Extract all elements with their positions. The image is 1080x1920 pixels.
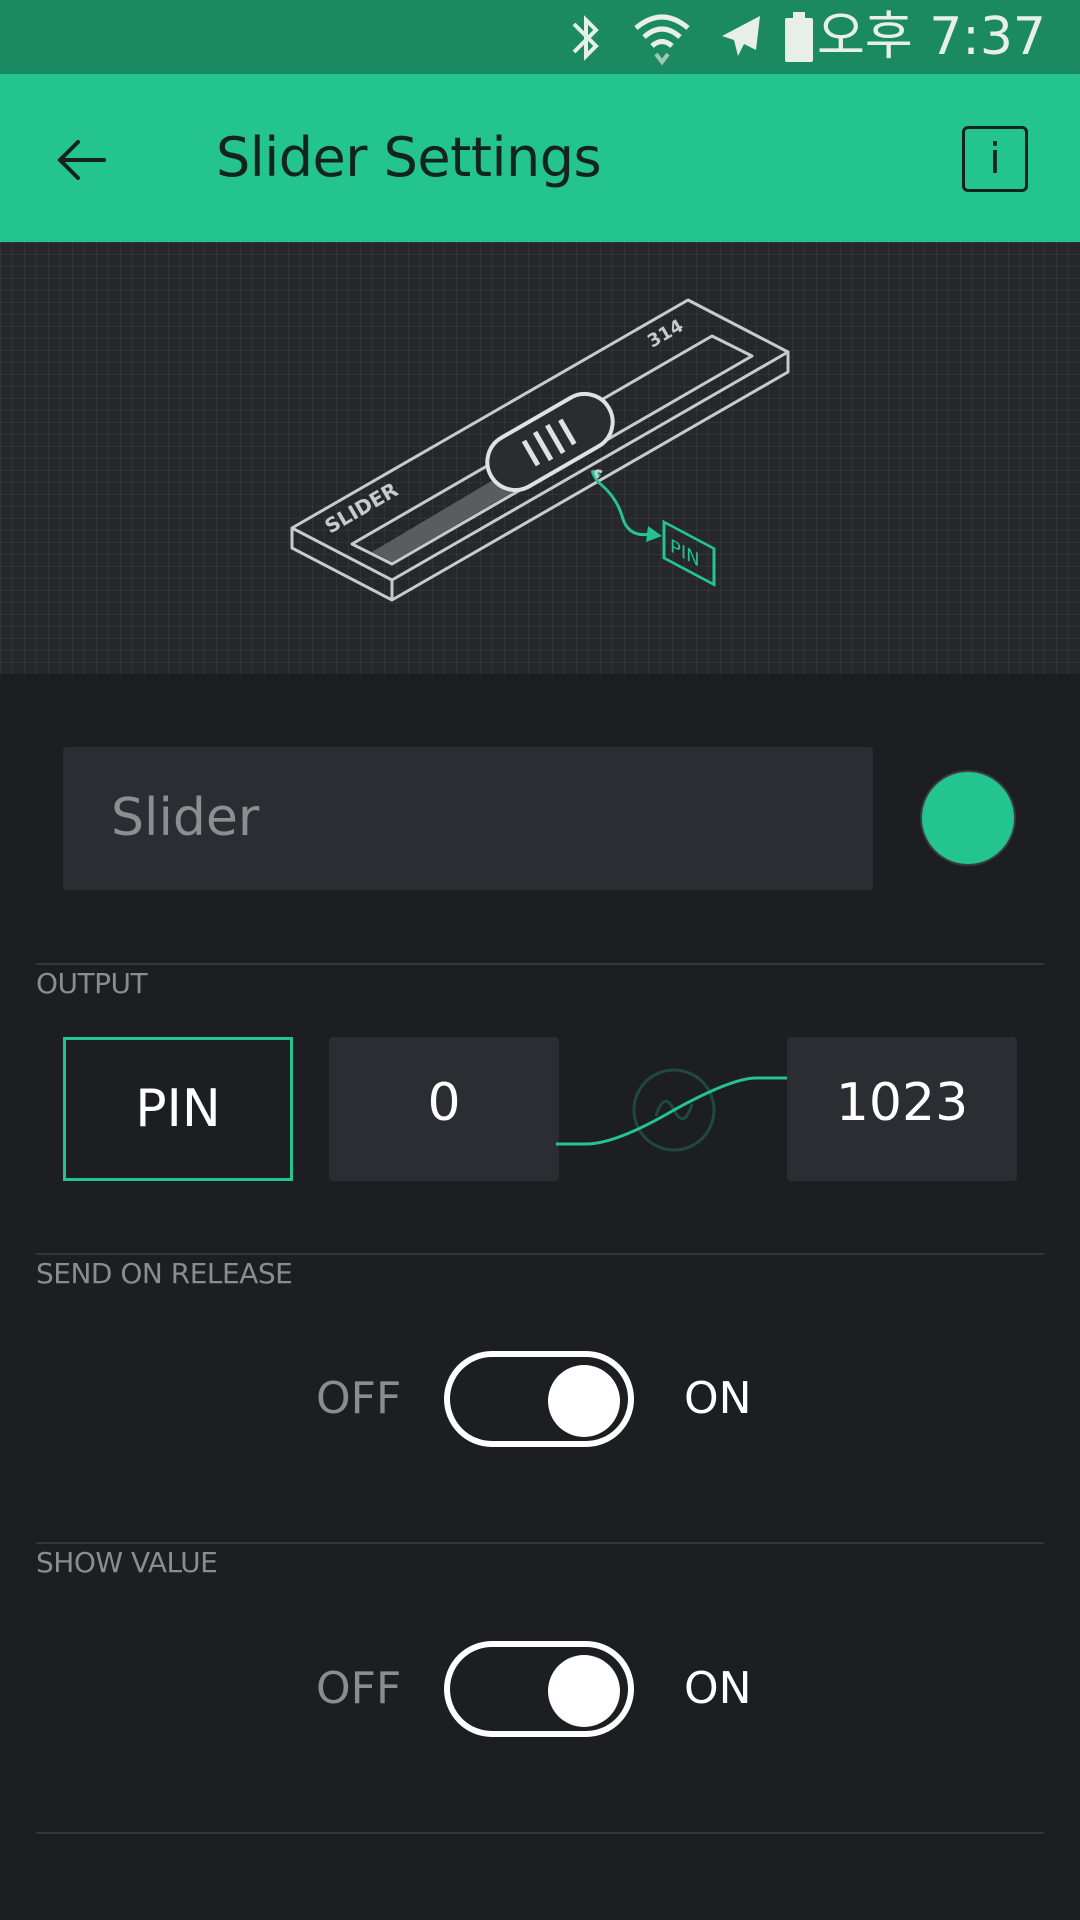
output-section-label: OUTPUT <box>36 967 148 1000</box>
max-value-input[interactable]: 1023 <box>787 1037 1017 1181</box>
app-bar: Slider Settings i <box>0 74 1080 242</box>
divider <box>36 1542 1044 1544</box>
page-title: Slider Settings <box>216 126 602 189</box>
status-bar: 오후 7:37 <box>0 0 1080 74</box>
color-picker-button[interactable] <box>922 772 1014 864</box>
divider <box>36 1253 1044 1255</box>
send-on-release-switch[interactable] <box>444 1351 634 1447</box>
send-on-release-section-label: SEND ON RELEASE <box>36 1257 293 1290</box>
slider-illustration: SLIDER 314 PIN <box>0 242 1080 674</box>
bluetooth-icon <box>572 15 599 61</box>
show-value-on-label: ON <box>684 1663 752 1714</box>
divider <box>36 963 1044 965</box>
pin-select-button[interactable]: PIN <box>63 1037 293 1181</box>
switch-knob <box>548 1365 620 1437</box>
switch-knob <box>548 1655 620 1727</box>
send-on-release-toggle-row: OFF ON <box>0 1349 1080 1449</box>
arrow-left-icon[interactable] <box>46 124 118 196</box>
send-on-release-off-label: OFF <box>316 1373 402 1424</box>
show-value-section-label: SHOW VALUE <box>36 1546 218 1579</box>
info-button[interactable]: i <box>962 126 1028 192</box>
status-time: 오후 7:37 <box>817 7 1046 67</box>
send-on-release-on-label: ON <box>684 1373 752 1424</box>
battery-icon <box>785 12 813 62</box>
airplane-icon <box>722 16 760 56</box>
show-value-switch[interactable] <box>444 1641 634 1737</box>
divider <box>36 1832 1044 1834</box>
show-value-off-label: OFF <box>316 1663 402 1714</box>
min-value-input[interactable]: 0 <box>329 1037 559 1181</box>
widget-name-input[interactable]: Slider <box>63 747 873 890</box>
wifi-icon <box>634 14 690 66</box>
show-value-toggle-row: OFF ON <box>0 1639 1080 1739</box>
mapping-curve-icon <box>556 1068 788 1152</box>
